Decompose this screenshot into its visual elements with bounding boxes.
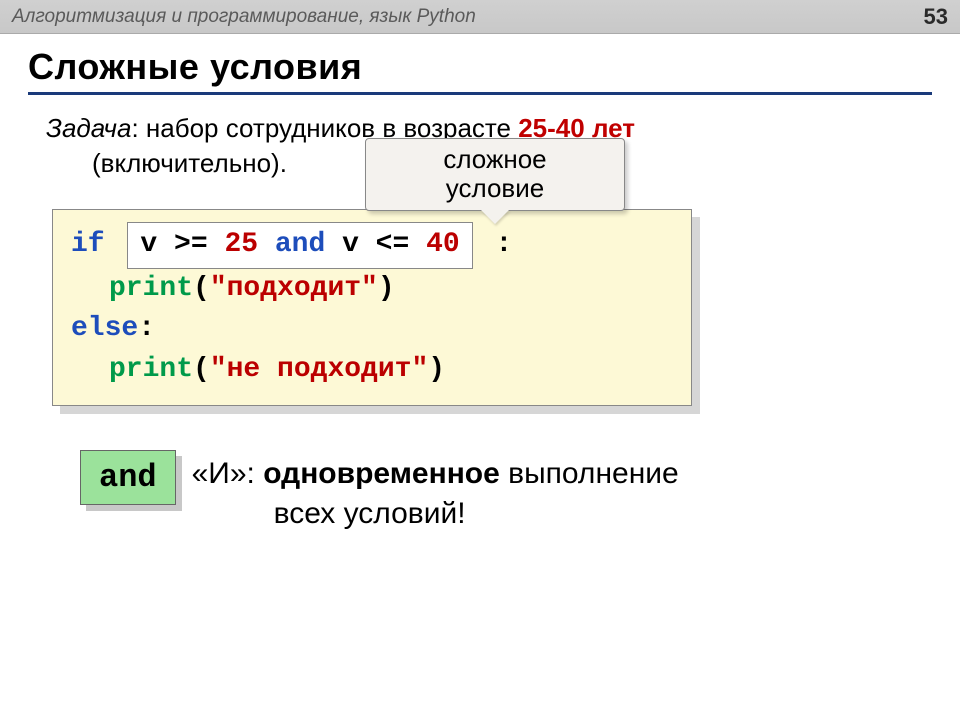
callout-line-1: сложное bbox=[376, 145, 614, 174]
explain-row: and «И»: одновременное выполнение всех у… bbox=[80, 450, 932, 535]
header-bar: Алгоритмизация и программирование, язык … bbox=[0, 0, 960, 34]
explain-line-1: «И»: одновременное выполнение bbox=[192, 454, 679, 495]
explain-quote: «И»: bbox=[192, 457, 264, 490]
explain-tail1: выполнение bbox=[500, 457, 679, 490]
fn-print-2: print bbox=[109, 354, 193, 385]
callout-line-2: условие bbox=[376, 174, 614, 203]
kw-else: else bbox=[71, 313, 138, 344]
code-line-1: if v >= 25 and v <= 40 : bbox=[71, 222, 673, 269]
callout-box: сложное условие bbox=[365, 138, 625, 211]
code-block: if v >= 25 and v <= 40 : print("подходит… bbox=[52, 209, 692, 405]
str-no: "не подходит" bbox=[210, 354, 428, 385]
explain-line-2: всех условий! bbox=[274, 494, 679, 535]
kw-and: and bbox=[258, 229, 342, 260]
code-line-4: print("не подходит") bbox=[71, 350, 673, 391]
kw-if: if bbox=[71, 229, 105, 260]
header-title: Алгоритмизация и программирование, язык … bbox=[12, 6, 476, 28]
colon-1: : bbox=[496, 229, 513, 260]
explain-bold: одновременное bbox=[263, 457, 500, 490]
and-badge: and bbox=[80, 450, 176, 505]
cond-v1: v >= bbox=[140, 229, 224, 260]
colon-2: : bbox=[138, 313, 155, 344]
cond-n1: 25 bbox=[224, 229, 258, 260]
and-badge-wrap: and bbox=[80, 450, 176, 505]
code-line-3: else: bbox=[71, 309, 673, 350]
slide-title: Сложные условия bbox=[28, 46, 932, 95]
task-label: Задача bbox=[46, 113, 131, 143]
page-number: 53 bbox=[924, 4, 948, 30]
code-line-2: print("подходит") bbox=[71, 269, 673, 310]
fn-print-1: print bbox=[109, 273, 193, 304]
cond-v2: v <= bbox=[342, 229, 426, 260]
cond-n2: 40 bbox=[426, 229, 460, 260]
explain-text: «И»: одновременное выполнение всех услов… bbox=[192, 450, 679, 535]
slide-content: Сложные условия Задача: набор сотруднико… bbox=[0, 34, 960, 535]
condition-box: v >= 25 and v <= 40 bbox=[127, 222, 472, 269]
code-block-wrap: if v >= 25 and v <= 40 : print("подходит… bbox=[52, 209, 692, 405]
str-ok: "подходит" bbox=[210, 273, 378, 304]
